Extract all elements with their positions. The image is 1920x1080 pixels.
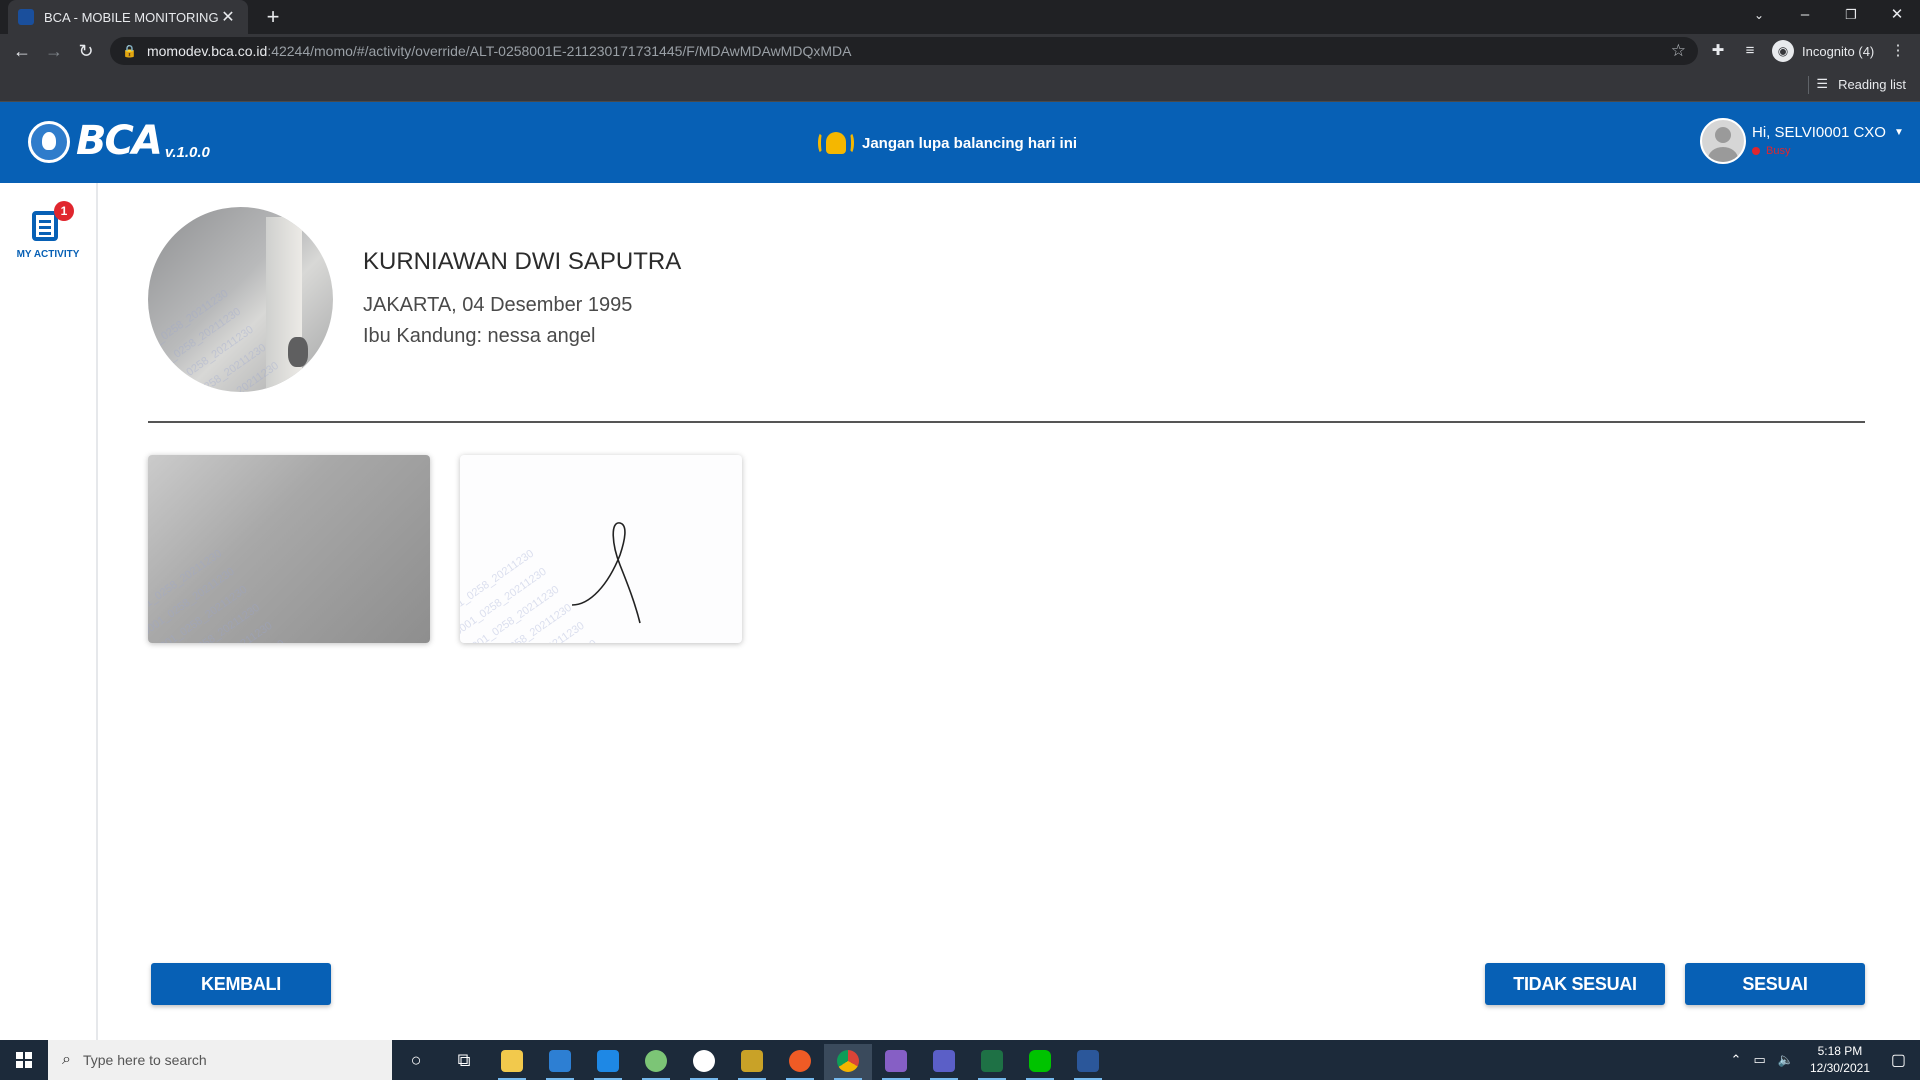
signature-image[interactable]: SELVI0001_0258_20211230 SELVI0001_0258_2… (460, 455, 742, 643)
reading-list-button[interactable]: ☰ Reading list (1816, 76, 1906, 92)
start-button[interactable] (0, 1040, 48, 1080)
browser-toolbar: ← → ↻ 🔒 momodev.bca.co.id :42244/momo/#/… (0, 34, 1920, 68)
balancing-reminder: Jangan lupa balancing hari ini (818, 130, 1077, 156)
windows-taskbar: ⌕ Type here to search ○ ⧉ ⌃ ▭ 🔈 5:18 PM … (0, 1040, 1920, 1080)
url-path: :42244/momo/#/activity/override/ALT-0258… (267, 43, 852, 59)
chrome-icon[interactable] (824, 1044, 872, 1080)
back-button[interactable]: KEMBALI (151, 963, 331, 1005)
notification-center-icon[interactable]: ▢ (1891, 1050, 1906, 1070)
tab-title: BCA - MOBILE MONITORING (44, 9, 218, 25)
volume-icon[interactable]: 🔈 (1778, 1052, 1794, 1068)
id-card-image[interactable]: SELVI0001_0258_20211230 SELVI0001_0258_2… (148, 455, 430, 643)
new-tab-button[interactable]: + (260, 4, 286, 30)
bookmark-star-icon[interactable]: ☆ (1671, 41, 1686, 61)
sidebar-item-label: MY ACTIVITY (16, 249, 80, 260)
activity-list-icon: 1 (30, 201, 74, 243)
customer-name: KURNIAWAN DWI SAPUTRA (363, 248, 682, 275)
reading-list-icon: ☰ (1816, 76, 1829, 91)
logo-wordmark: BCA (76, 118, 163, 164)
incognito-icon: ◉ (1772, 40, 1794, 62)
media-queue-icon[interactable]: ≡ (1736, 38, 1764, 64)
tab-close-icon[interactable]: ✕ (218, 7, 238, 27)
photo-watermark: SELVI0001_0258_20211230 SELVI0001_0258_2… (148, 287, 294, 392)
clock-date: 12/30/2021 (1809, 1061, 1870, 1075)
clock-time: 5:18 PM (1817, 1044, 1863, 1058)
section-divider (148, 421, 1865, 423)
url-host: momodev.bca.co.id (146, 43, 268, 59)
match-button[interactable]: SESUAI (1685, 963, 1865, 1005)
tab-search-icon[interactable]: ⌄ (1736, 0, 1782, 34)
chevron-up-icon[interactable]: ⌃ (1731, 1052, 1742, 1068)
user-status: Busy (1752, 145, 1904, 157)
user-status-label: Busy (1766, 145, 1791, 157)
reading-list-label: Reading list (1838, 76, 1906, 92)
dropdown-caret-icon[interactable]: ▼ (1894, 127, 1904, 138)
app-hexagon-icon[interactable] (632, 1044, 680, 1080)
app-header: BCA v.1.0.0 Jangan lupa balancing hari i… (0, 102, 1920, 183)
line-icon[interactable] (1016, 1044, 1064, 1080)
customer-birth: JAKARTA, 04 Desember 1995 (363, 294, 633, 316)
browser-tab[interactable]: BCA - MOBILE MONITORING ✕ (8, 0, 248, 34)
minimize-icon[interactable]: – (1782, 0, 1828, 34)
bca-favicon-icon (18, 9, 34, 25)
customer-info: KURNIAWAN DWI SAPUTRA JAKARTA, 04 Desemb… (363, 248, 681, 348)
user-greeting: Hi, SELVI0001 CXO (1752, 124, 1886, 141)
clock[interactable]: 5:18 PM 12/30/2021 (1810, 1043, 1870, 1077)
close-window-icon[interactable]: ✕ (1874, 0, 1920, 34)
notification-badge: 1 (54, 201, 74, 221)
customer-photo[interactable]: SELVI0001_0258_20211230 SELVI0001_0258_2… (148, 207, 333, 392)
user-avatar (1700, 118, 1746, 164)
extensions-puzzle-icon[interactable]: ✚ (1704, 38, 1732, 64)
cortana-icon[interactable]: ○ (392, 1044, 440, 1080)
windows-logo-icon (16, 1052, 32, 1068)
teams-icon[interactable] (920, 1044, 968, 1080)
browser-tabstrip: BCA - MOBILE MONITORING ✕ + ⌄ – ❐ ✕ (0, 0, 1920, 34)
restore-icon[interactable]: ❐ (1828, 0, 1874, 34)
incognito-indicator[interactable]: ◉ Incognito (4) (1772, 39, 1874, 63)
signature-stroke (571, 522, 641, 624)
customer-mother-name: Ibu Kandung: nessa angel (363, 325, 596, 347)
system-tray: ⌃ ▭ 🔈 5:18 PM 12/30/2021 (1725, 1040, 1870, 1080)
postman-icon[interactable] (776, 1044, 824, 1080)
id-card-watermark: SELVI0001_0258_20211230 SELVI0001_0258_2… (148, 547, 287, 643)
lock-icon: 🔒 (122, 44, 137, 58)
visual-studio-icon[interactable] (872, 1044, 920, 1080)
sidebar-item-my-activity[interactable]: 1 MY ACTIVITY (8, 201, 88, 260)
browser-menu-icon[interactable]: ⋮ (1884, 38, 1912, 64)
tools-icon[interactable] (728, 1044, 776, 1080)
sidebar: 1 MY ACTIVITY (0, 183, 98, 1040)
bookmarks-separator (1808, 76, 1809, 94)
mongodb-icon[interactable] (680, 1044, 728, 1080)
task-view-icon[interactable]: ⧉ (440, 1044, 488, 1080)
file-explorer-icon[interactable] (488, 1044, 536, 1080)
excel-icon[interactable] (968, 1044, 1016, 1080)
forward-arrow-icon[interactable]: → (40, 38, 68, 64)
search-icon: ⌕ (62, 1051, 71, 1068)
bookmarks-bar: ☰ Reading list (0, 68, 1920, 102)
store-icon[interactable] (536, 1044, 584, 1080)
ringing-bell-icon (818, 130, 854, 156)
taskbar-search[interactable]: ⌕ Type here to search (48, 1040, 392, 1080)
status-dot-icon (1752, 147, 1760, 155)
user-menu[interactable]: Hi, SELVI0001 CXO ▼ Busy (1700, 118, 1904, 164)
reminder-text: Jangan lupa balancing hari ini (862, 134, 1078, 152)
incognito-label: Incognito (4) (1802, 43, 1875, 59)
word-icon[interactable] (1064, 1044, 1112, 1080)
address-bar[interactable]: 🔒 momodev.bca.co.id :42244/momo/#/activi… (110, 37, 1698, 65)
reload-icon[interactable]: ↻ (72, 38, 100, 64)
back-arrow-icon[interactable]: ← (8, 38, 36, 64)
mail-icon[interactable] (584, 1044, 632, 1080)
app-version: v.1.0.0 (164, 144, 210, 161)
not-match-button[interactable]: TIDAK SESUAI (1485, 963, 1665, 1005)
network-icon[interactable]: ▭ (1753, 1052, 1765, 1068)
search-placeholder: Type here to search (82, 1052, 207, 1068)
bca-logo[interactable]: BCA v.1.0.0 (28, 119, 210, 163)
bca-emblem-icon (28, 121, 70, 163)
